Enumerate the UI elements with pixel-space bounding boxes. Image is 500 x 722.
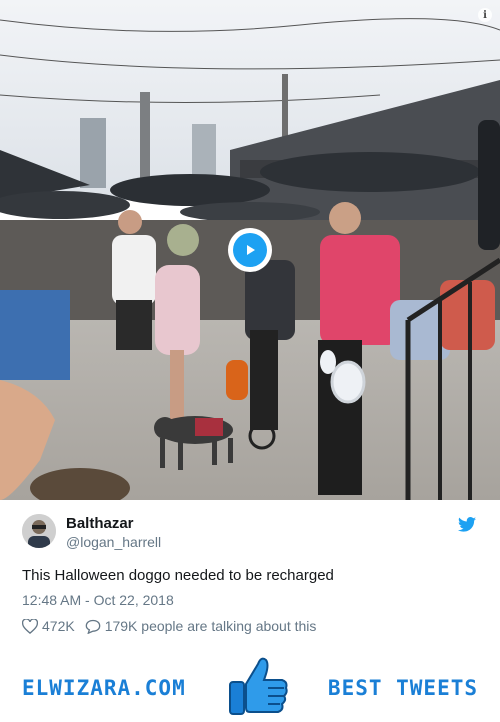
tweet-actions: 472K 179K people are talking about this bbox=[22, 618, 326, 634]
speech-bubble-icon bbox=[85, 619, 101, 634]
info-icon[interactable]: i bbox=[478, 8, 492, 22]
talking-count: 179K people are talking about this bbox=[104, 618, 317, 634]
like-action[interactable]: 472K bbox=[22, 618, 75, 634]
avatar[interactable] bbox=[22, 514, 56, 548]
play-icon bbox=[233, 233, 267, 267]
talking-action[interactable]: 179K people are talking about this bbox=[85, 618, 317, 634]
author-name[interactable]: Balthazar bbox=[66, 515, 134, 532]
tweet-text: This Halloween doggo needed to be rechar… bbox=[22, 567, 334, 584]
twitter-bird-icon[interactable] bbox=[458, 517, 476, 532]
tweet-timestamp[interactable]: 12:48 AM - Oct 22, 2018 bbox=[22, 592, 174, 608]
thumbs-up-icon bbox=[229, 657, 288, 715]
best-tweets-label: BEST TWEETS bbox=[327, 676, 478, 700]
heart-icon bbox=[22, 618, 38, 634]
like-count: 472K bbox=[42, 618, 75, 634]
play-button[interactable] bbox=[228, 228, 272, 272]
brand-link[interactable]: ELWIZARA.COM bbox=[22, 676, 186, 700]
author-handle[interactable]: @logan_harrell bbox=[66, 534, 161, 550]
video-thumbnail[interactable]: i bbox=[0, 0, 500, 500]
